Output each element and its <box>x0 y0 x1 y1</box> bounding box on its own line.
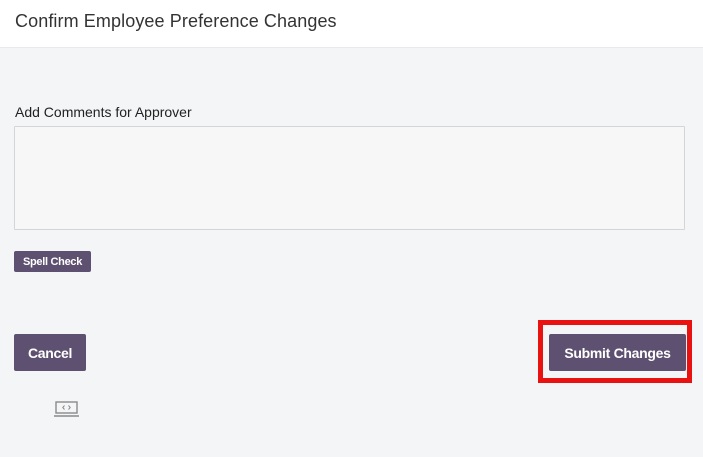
comments-textarea[interactable] <box>14 126 685 230</box>
cancel-button[interactable]: Cancel <box>14 334 86 371</box>
submit-changes-button[interactable]: Submit Changes <box>549 334 686 371</box>
page-title: Confirm Employee Preference Changes <box>15 11 337 31</box>
dialog-header: Confirm Employee Preference Changes <box>0 0 703 48</box>
comments-label: Add Comments for Approver <box>15 104 192 120</box>
spell-check-button[interactable]: Spell Check <box>14 251 91 272</box>
screen-code-icon[interactable] <box>54 400 79 419</box>
